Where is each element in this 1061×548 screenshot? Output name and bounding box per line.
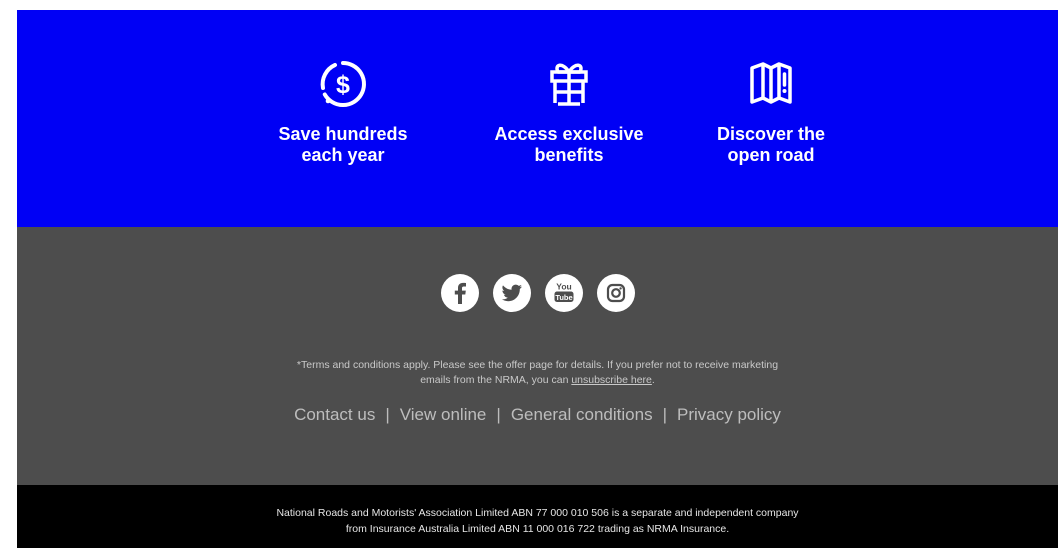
facebook-link[interactable] [440,274,479,312]
footer-section: You Tube *Terms and conditions apply. Pl… [17,227,1058,485]
footer-links: Contact us | View online | General condition… [17,404,1058,426]
general-conditions-link[interactable]: General conditions [511,405,653,424]
link-separator: | [496,405,501,424]
benefit-discover: Discover the open road [681,54,861,166]
view-online-link[interactable]: View online [400,405,487,424]
gift-icon [539,54,599,114]
youtube-icon: You Tube [554,282,573,302]
unsubscribe-link[interactable]: unsubscribe here [571,374,652,386]
legal-line-2: from Insurance Australia Limited ABN 11 … [345,523,730,535]
svg-text:$: $ [336,71,350,99]
benefit-access-label: Access exclusive benefits [494,124,644,165]
legal-footer: National Roads and Motorists' Associatio… [17,485,1058,548]
twitter-icon [501,284,522,302]
disclaimer-text: *Terms and conditions apply. Please see … [17,358,1058,388]
facebook-icon [454,282,466,304]
disclaimer-line-1: *Terms and conditions apply. Please see … [296,359,779,371]
social-links: You Tube [17,274,1058,312]
map-icon [741,54,801,114]
privacy-policy-link[interactable]: Privacy policy [677,405,781,424]
benefit-save-label: Save hundreds each year [278,124,408,165]
link-separator: | [662,405,667,424]
twitter-link[interactable] [492,274,531,312]
benefit-access: Access exclusive benefits [479,54,659,166]
legal-line-1: National Roads and Motorists' Associatio… [276,507,799,519]
legal-text: National Roads and Motorists' Associatio… [17,485,1058,537]
contact-us-link[interactable]: Contact us [294,405,375,424]
link-separator: | [385,405,390,424]
youtube-glyph-top: You [556,282,571,292]
benefit-save: $ Save hundreds each year [253,54,433,166]
instagram-icon [606,283,625,303]
youtube-link[interactable]: You Tube [544,274,583,312]
dollar-circle-icon: $ [313,54,373,114]
disclaimer-line-2: emails from the NRMA, you can unsubscrib… [420,374,655,386]
benefit-discover-label: Discover the open road [716,124,826,165]
youtube-glyph-bottom: Tube [555,293,572,302]
benefits-banner: $ Save hundreds each year Access exclusi… [17,10,1058,227]
email-footer: $ Save hundreds each year Access exclusi… [0,0,1061,548]
instagram-link[interactable] [596,274,635,312]
